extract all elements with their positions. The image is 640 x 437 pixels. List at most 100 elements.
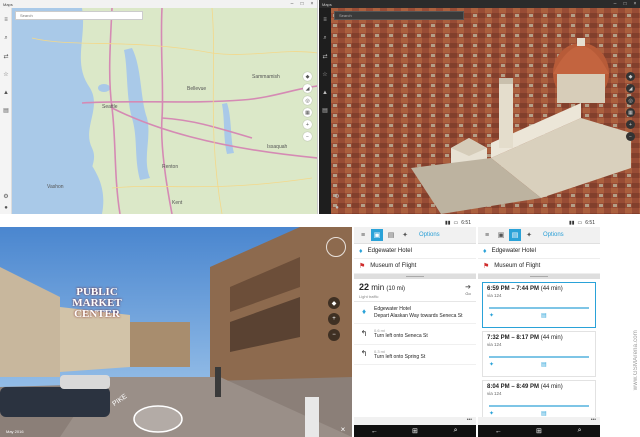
layers-icon[interactable]: ▦ (626, 108, 635, 117)
left-rail: ≡ ⌕ ⇄ ☆ ▲ ▤ ⚙ ● (319, 8, 340, 214)
duration-value: 22 (359, 282, 370, 292)
minimize-button[interactable]: – (287, 0, 297, 8)
route-duration: (44 min) (540, 286, 563, 292)
compass-icon[interactable]: ◆ (626, 72, 635, 81)
options-link[interactable]: Options (419, 232, 440, 238)
transit-icon[interactable]: ▤ (509, 229, 521, 241)
market-sign: PUBLIC MARKET CENTER (62, 287, 132, 320)
start-waypoint[interactable]: ♦ Edgewater Hotel (354, 244, 476, 259)
walk-icon: ✦ (489, 313, 495, 319)
settings-icon[interactable]: ⚙ (0, 190, 12, 202)
collections-icon[interactable]: ▤ (319, 104, 331, 116)
map-tools: ◆ ◢ ◎ ▦ + − (626, 72, 636, 141)
menu-icon[interactable]: ≡ (357, 229, 369, 241)
capture-date: May 2016 (6, 429, 24, 434)
avatar[interactable]: ● (331, 202, 343, 214)
zoom-in-icon[interactable]: + (303, 120, 312, 129)
go-button[interactable]: ➔ Go (465, 283, 471, 296)
drag-handle[interactable] (478, 274, 600, 279)
menu-icon[interactable]: ≡ (0, 14, 12, 26)
options-link[interactable]: Options (543, 232, 564, 238)
maximize-button[interactable]: □ (297, 0, 307, 8)
walk-icon[interactable]: ✦ (523, 229, 535, 241)
zoom-out-icon[interactable]: − (328, 329, 340, 341)
menu-icon[interactable]: ≡ (481, 229, 493, 241)
tilt-icon[interactable]: ◢ (626, 84, 635, 93)
direction-step[interactable]: ↰ 0.6 mi Turn left onto Seneca St (354, 324, 476, 345)
directions-icon[interactable]: ⇄ (0, 50, 12, 62)
destination-waypoint[interactable]: ⚑ Museum of Flight (478, 259, 600, 274)
clock: 6:51 (585, 219, 595, 226)
system-nav-bar: ← ⊞ ⌕ (354, 425, 476, 437)
favorites-icon[interactable]: ☆ (319, 68, 331, 80)
traffic-icon[interactable]: ▲ (0, 87, 12, 99)
route-option[interactable]: 6:59 PM – 7:44 PM (44 min) via 124 ✦ ▤ (482, 282, 596, 328)
search-icon[interactable]: ⌕ (0, 33, 12, 45)
route-time: 7:32 PM – 8:17 PM (487, 335, 540, 341)
avatar[interactable]: ● (0, 202, 12, 214)
route-summary[interactable]: 22 min (10 mi) Light traffic ➔ Go (354, 279, 476, 302)
start-waypoint[interactable]: ♦ Edgewater Hotel (478, 244, 600, 259)
car-icon[interactable]: ▣ (371, 229, 383, 241)
map-label-bellevue: Bellevue (187, 86, 206, 92)
start-label: Edgewater Hotel (491, 248, 536, 254)
flag-icon: ⚑ (359, 263, 366, 270)
app-bar-more-icon[interactable]: ••• (354, 417, 476, 425)
layers-icon[interactable]: ▦ (303, 108, 312, 117)
menu-icon[interactable]: ≡ (319, 14, 331, 26)
walk-icon[interactable]: ✦ (399, 229, 411, 241)
close-icon[interactable]: × (338, 424, 348, 434)
locate-me-icon[interactable]: ◎ (303, 96, 312, 105)
map-label-issaquah: Issaquah (267, 144, 288, 150)
destination-waypoint[interactable]: ⚑ Museum of Flight (354, 259, 476, 274)
favorites-icon[interactable]: ☆ (0, 68, 12, 80)
minimize-button[interactable]: – (610, 0, 620, 8)
traffic-icon[interactable]: ▲ (319, 87, 331, 99)
settings-icon[interactable]: ⚙ (331, 190, 343, 202)
destination-label: Museum of Flight (494, 263, 541, 269)
pin-icon: ♦ (359, 247, 363, 255)
search-icon[interactable]: ⌕ (574, 426, 586, 436)
maximize-button[interactable]: □ (620, 0, 630, 8)
window-title: Maps (3, 1, 13, 7)
search-icon[interactable]: ⌕ (319, 33, 331, 45)
close-button[interactable]: × (630, 0, 640, 8)
maps-3d-window: Maps – □ × ≡ ⌕ ⇄ ☆ ▲ ▤ ⚙ ● Search ◆ ◢ ◎ … (319, 0, 640, 214)
3d-city-view[interactable] (331, 8, 640, 214)
search-icon[interactable]: ⌕ (450, 426, 462, 436)
zoom-out-icon[interactable]: − (626, 132, 635, 141)
system-nav-bar: ← ⊞ ⌕ (478, 425, 600, 437)
windows-icon[interactable]: ⊞ (533, 426, 545, 436)
compass-icon[interactable]: ◆ (328, 297, 340, 309)
route-via: via 124 (487, 391, 502, 396)
car-icon[interactable]: ▣ (495, 229, 507, 241)
back-icon[interactable]: ← (492, 426, 504, 436)
directions-icon[interactable]: ⇄ (319, 50, 331, 62)
direction-step[interactable]: ↰ 0.3 mi Turn left onto Spring St (354, 345, 476, 365)
zoom-out-icon[interactable]: − (303, 132, 312, 141)
zoom-in-icon[interactable]: + (626, 120, 635, 129)
back-icon[interactable]: ← (368, 426, 380, 436)
tilt-icon[interactable]: ◢ (303, 84, 312, 93)
search-input[interactable]: Search (15, 11, 143, 20)
locate-me-icon[interactable]: ◎ (626, 96, 635, 105)
route-via: via 124 (487, 342, 502, 347)
app-bar-more-icon[interactable]: ••• (478, 417, 600, 425)
mode-tabs: ≡ ▣ ▤ ✦ Options (354, 227, 476, 244)
zoom-in-icon[interactable]: + (328, 313, 340, 325)
close-button[interactable]: × (307, 0, 317, 8)
route-option[interactable]: 7:32 PM – 8:17 PM (44 min) via 124 ✦ ▤ (482, 331, 596, 377)
bus-icon: ▤ (541, 362, 547, 368)
transit-icon[interactable]: ▤ (385, 229, 397, 241)
compass-icon[interactable]: ◆ (303, 72, 312, 81)
search-input[interactable]: Search (334, 11, 464, 20)
road-map[interactable]: Seattle Bellevue Sammamish Renton Kent I… (12, 8, 318, 214)
collections-icon[interactable]: ▤ (0, 104, 12, 116)
orientation-ring[interactable] (326, 237, 346, 257)
left-rail: ≡ ⌕ ⇄ ☆ ▲ ▤ ⚙ ● (0, 8, 12, 214)
windows-icon[interactable]: ⊞ (409, 426, 421, 436)
pin-icon: ♦ (361, 306, 367, 316)
streetside-view[interactable]: PUBLIC MARKET CENTER PIKE ◆ + − May 2016… (0, 227, 352, 437)
start-label: Edgewater Hotel (367, 248, 412, 254)
direction-step[interactable]: ♦ Edgewater Hotel Depart Alaskan Way tow… (354, 302, 476, 324)
